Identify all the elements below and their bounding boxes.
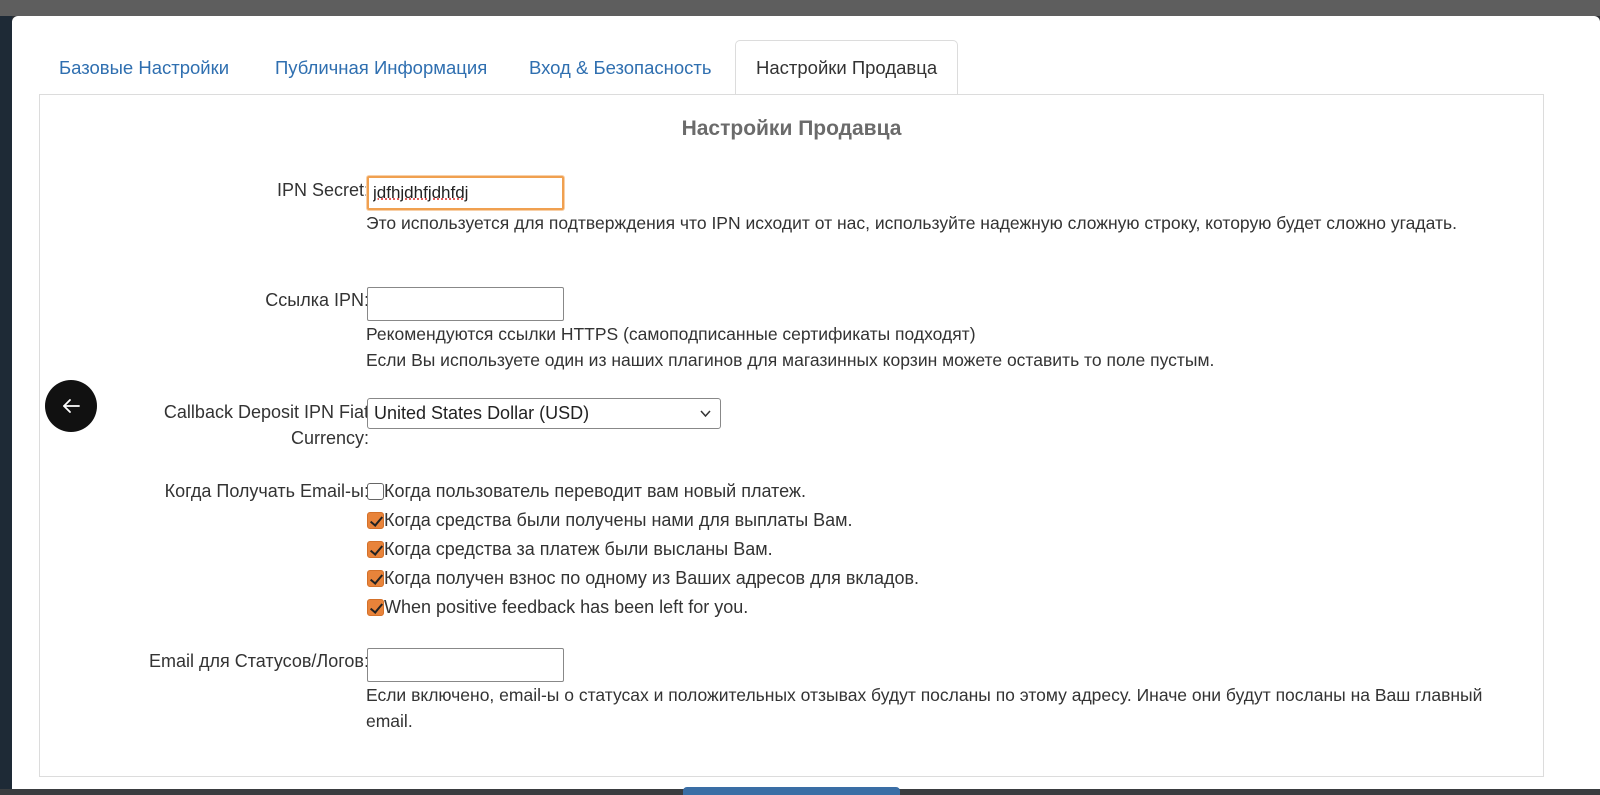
status-email-input[interactable] bbox=[367, 648, 564, 682]
checkbox-label: Когда пользователь переводит вам новый п… bbox=[384, 481, 806, 501]
tab-login-security[interactable]: Вход & Безопасность bbox=[508, 40, 732, 95]
tab-merchant-settings[interactable]: Настройки Продавца bbox=[735, 40, 959, 96]
callback-currency-value: United States Dollar (USD) bbox=[374, 403, 590, 423]
window-top-bar bbox=[0, 0, 1600, 16]
ipn-url-help-https: Рекомендуются ссылки HTTPS (самоподписан… bbox=[366, 324, 976, 344]
back-button[interactable] bbox=[45, 380, 97, 432]
checkbox-checked[interactable] bbox=[367, 570, 384, 587]
callback-currency-select[interactable]: United States Dollar (USD) bbox=[367, 398, 721, 429]
save-button-edge[interactable] bbox=[683, 787, 900, 795]
callback-currency-label: Callback Deposit IPN Fiat bbox=[163, 402, 369, 422]
ipn-secret-input[interactable] bbox=[367, 176, 564, 210]
ipn-secret-help: Это используется для подтверждения что I… bbox=[366, 213, 1457, 233]
checkbox-label: Когда средства были получены нами для вы… bbox=[384, 510, 853, 530]
tab-basic-settings[interactable]: Базовые Настройки bbox=[38, 40, 250, 95]
checkbox-checked[interactable] bbox=[367, 512, 384, 529]
email-options-label: Когда Получать Email-ы: bbox=[164, 481, 369, 501]
checkbox[interactable] bbox=[367, 483, 384, 500]
merchant-settings-panel: Настройки Продавца IPN Secret: Это испол… bbox=[39, 94, 1544, 777]
checkbox-label: When positive feedback has been left for… bbox=[384, 597, 749, 617]
tab-public-info[interactable]: Публичная Информация bbox=[254, 40, 508, 95]
arrow-left-icon bbox=[63, 399, 80, 413]
checkbox-checked[interactable] bbox=[367, 541, 384, 558]
settings-tabs: Базовые Настройки Публичная Информация В… bbox=[38, 40, 1540, 96]
panel-title: Настройки Продавца bbox=[681, 117, 902, 140]
chevron-down-icon bbox=[699, 399, 712, 438]
settings-page: Базовые Настройки Публичная Информация В… bbox=[12, 16, 1600, 789]
status-email-help: Если включено, email-ы о статусах и поло… bbox=[366, 685, 1483, 731]
ipn-url-input[interactable] bbox=[367, 287, 564, 321]
ipn-url-help-plugins: Если Вы используете один из наших плагин… bbox=[366, 350, 1215, 370]
checkbox-label: Когда получен взнос по одному из Ваших а… bbox=[384, 568, 920, 588]
background-sidebar bbox=[0, 16, 12, 795]
status-email-label: Email для Статусов/Логов: bbox=[148, 651, 369, 671]
ipn-url-label: Ссылка IPN: bbox=[265, 290, 369, 310]
checkbox-label: Когда средства за платеж были высланы Ва… bbox=[384, 539, 773, 559]
checkbox-checked[interactable] bbox=[367, 599, 384, 616]
callback-currency-label-cont: Currency: bbox=[290, 428, 369, 448]
ipn-secret-label: IPN Secret: bbox=[276, 180, 369, 200]
